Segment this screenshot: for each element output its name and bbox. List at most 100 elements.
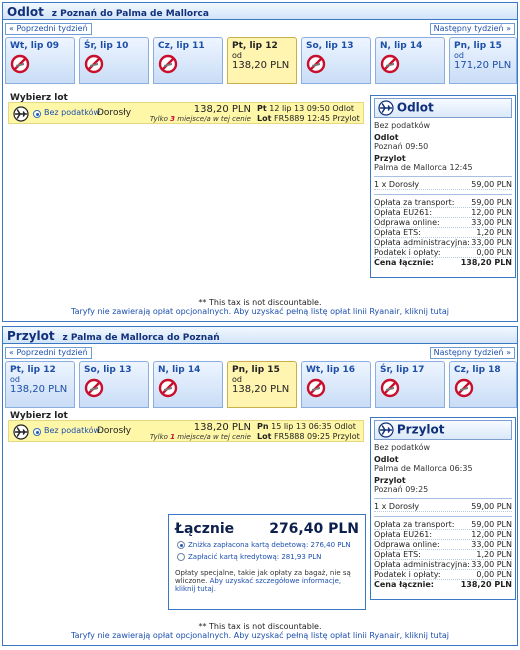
fare-radio[interactable] xyxy=(33,110,41,118)
next-week-button[interactable]: Następny tydzień » xyxy=(429,23,515,35)
day-od: od xyxy=(10,375,20,384)
divider xyxy=(374,498,512,499)
no-flight-icon xyxy=(84,378,104,398)
tax-note: ** This tax is not discountable. xyxy=(198,622,322,631)
flight-option-row[interactable]: Bez podatków Dorosły 138,20 PLN Tylko 3 … xyxy=(8,102,364,124)
day-tab[interactable]: N, lip 14 xyxy=(375,37,445,84)
flight-arrival: Lot FR5888 09:25 Przylot xyxy=(257,432,360,441)
arr-text: FR5888 09:25 Przylot xyxy=(273,432,360,441)
dep-day: Pn xyxy=(257,422,269,431)
fee-amount: 33,00 PLN xyxy=(471,540,512,549)
flight-arrival: Lot FR5889 12:45 Przylot xyxy=(257,114,360,123)
fee-row: Opłata EU261: 12,00 PLN xyxy=(374,208,512,218)
summary-departure-label: Odlot xyxy=(374,133,399,142)
fee-row: Opłata ETS: 1,20 PLN xyxy=(374,550,512,560)
summary-departure-value: Palma de Mallorca 06:35 xyxy=(374,464,473,473)
fee-name: Podatek i opłaty: xyxy=(374,248,441,257)
flight-summary-panel: Odlot Bez podatków Odlot Poznań 09:50 Pr… xyxy=(370,95,516,278)
credit-card-option[interactable]: Zapłacić kartą kredytową: 281,93 PLN xyxy=(175,553,359,561)
credit-card-label: Zapłacić kartą kredytową: 281,93 PLN xyxy=(188,553,322,561)
day-tab[interactable]: Pt, lip 12 od 138,20 PLN xyxy=(5,361,75,408)
day-date: N, lip 14 xyxy=(158,365,201,375)
fare-name: Bez podatków xyxy=(44,426,101,435)
day-tab[interactable]: So, lip 13 xyxy=(79,361,149,408)
summary-arrival-label: Przylot xyxy=(374,476,406,485)
day-tab-selected[interactable]: Pt, lip 12 od 138,20 PLN xyxy=(227,37,297,84)
outbound-header: Odlot z Poznań do Palma de Mallorca xyxy=(3,3,517,20)
return-section: Przylot z Palma de Mallorca do Poznań « … xyxy=(2,326,518,646)
summary-title: Odlot xyxy=(396,100,434,115)
debit-card-label: Zniżka zapłacona kartą debetową: 276,40 … xyxy=(188,541,351,549)
day-tab[interactable]: Cz, lip 11 xyxy=(153,37,223,84)
summary-fare-type: Bez podatków xyxy=(374,121,431,130)
summary-fare-type: Bez podatków xyxy=(374,443,431,452)
divider xyxy=(374,176,512,177)
seats-left: Tylko 1 miejsce/a w tej cenie xyxy=(150,433,251,441)
dep-text: 12 lip 13 09:50 Odlot xyxy=(269,104,354,113)
day-tab[interactable]: Wt, lip 09 xyxy=(5,37,75,84)
fee-row: Opłata za transport: 59,00 PLN xyxy=(374,198,512,208)
no-flight-icon xyxy=(306,378,326,398)
seats-prefix: Tylko xyxy=(149,115,168,123)
seats-left: Tylko 3 miejsce/a w tej cenie xyxy=(150,115,251,123)
radio-icon[interactable] xyxy=(177,541,185,549)
day-tab[interactable]: Śr, lip 17 xyxy=(375,361,445,408)
day-tab[interactable]: Śr, lip 10 xyxy=(79,37,149,84)
dep-text: 15 lip 13 06:35 Odlot xyxy=(271,422,356,431)
day-tab-selected[interactable]: Pn, lip 15 od 138,20 PLN xyxy=(227,361,297,408)
day-tab[interactable]: N, lip 14 xyxy=(153,361,223,408)
summary-departure-value: Poznań 09:50 xyxy=(374,142,429,151)
next-week-button[interactable]: Następny tydzień » xyxy=(429,347,515,359)
grand-total-amount: 276,40 PLN xyxy=(269,521,359,537)
fee-name: Opłata EU261: xyxy=(374,530,433,539)
pax-label: 1 x Dorosły xyxy=(374,180,420,189)
outbound-route: z Poznań do Palma de Mallorca xyxy=(51,9,209,19)
day-tab[interactable]: Cz, lip 18 xyxy=(449,361,517,408)
fare-radio[interactable] xyxy=(33,428,41,436)
day-tab[interactable]: Pn, lip 15 od 171,20 PLN xyxy=(449,37,517,84)
day-date: Cz, lip 18 xyxy=(454,365,501,375)
day-date: Cz, lip 11 xyxy=(158,41,205,51)
summary-pax-row: 1 x Dorosły 59,00 PLN xyxy=(374,502,512,512)
day-date: Pt, lip 12 xyxy=(232,41,278,51)
fee-amount: 12,00 PLN xyxy=(471,208,512,217)
passenger-type: Dorosły xyxy=(97,108,132,118)
ryanair-fees-link[interactable]: Taryfy nie zawierają opłat opcjonalnych.… xyxy=(3,307,517,316)
fee-name: Opłata za transport: xyxy=(374,198,455,207)
debit-card-option[interactable]: Zniżka zapłacona kartą debetową: 276,40 … xyxy=(175,541,359,549)
outbound-section: Odlot z Poznań do Palma de Mallorca « Po… xyxy=(2,2,518,322)
flight-option-row[interactable]: Bez podatków Dorosły 138,20 PLN Tylko 1 … xyxy=(8,420,364,442)
radio-icon[interactable] xyxy=(177,553,185,561)
summary-header: Przylot xyxy=(374,420,512,440)
pax-label: 1 x Dorosły xyxy=(374,502,420,511)
fee-amount: 1,20 PLN xyxy=(476,550,512,559)
flight-departure: Pt 12 lip 13 09:50 Odlot xyxy=(257,104,354,113)
prev-week-button[interactable]: « Poprzedni tydzień xyxy=(5,347,92,359)
day-tab[interactable]: So, lip 13 xyxy=(301,37,371,84)
fare-name: Bez podatków xyxy=(44,108,101,117)
fee-name: Podatek i opłaty: xyxy=(374,570,441,579)
day-od: od xyxy=(232,375,242,384)
fee-amount: 33,00 PLN xyxy=(471,238,512,247)
day-selector: Wt, lip 09 Śr, lip 10 Cz, lip 11 Pt, lip… xyxy=(5,37,517,84)
special-fees-note: Opłaty specjalne, takie jak opłaty za ba… xyxy=(175,569,359,593)
day-date: Pn, lip 15 xyxy=(232,365,280,375)
fee-name: Opłata administracyjna: xyxy=(374,238,470,247)
passenger-type: Dorosły xyxy=(97,426,132,436)
fee-amount: 59,00 PLN xyxy=(471,520,512,529)
plane-icon xyxy=(378,422,394,438)
summary-arrival-value: Palma de Mallorca 12:45 xyxy=(374,163,473,172)
total-amount: 138,20 PLN xyxy=(460,258,512,267)
fee-name: Opłata ETS: xyxy=(374,228,421,237)
total-label: Cena łącznie: xyxy=(374,580,435,589)
fee-amount: 59,00 PLN xyxy=(471,198,512,207)
prev-week-button[interactable]: « Poprzedni tydzień xyxy=(5,23,92,35)
day-date: Wt, lip 09 xyxy=(10,41,60,51)
divider xyxy=(374,516,512,517)
total-label: Cena łącznie: xyxy=(374,258,435,267)
day-tab[interactable]: Wt, lip 16 xyxy=(301,361,371,408)
day-date: Pn, lip 15 xyxy=(454,41,502,51)
pax-amount: 59,00 PLN xyxy=(471,502,512,511)
seats-count: 1 xyxy=(170,433,176,441)
ryanair-fees-link[interactable]: Taryfy nie zawierają opłat opcjonalnych.… xyxy=(3,631,517,640)
